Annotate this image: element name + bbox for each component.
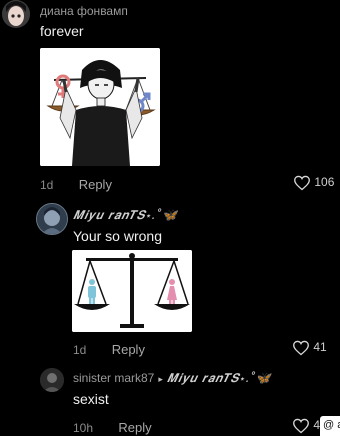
comment-time: 1d (40, 178, 54, 192)
comment-image-scales-character[interactable] (40, 48, 160, 166)
reply-button[interactable]: Reply (79, 177, 112, 192)
corner-overlay-text: @ a (323, 419, 340, 431)
comment-meta: 1d Reply (40, 177, 112, 192)
like-count: 41 (313, 340, 327, 355)
username-text: sinister mark87 (73, 371, 155, 385)
avatar[interactable] (36, 203, 68, 235)
reply-to-username[interactable]: 𝑴𝒊𝒚𝒖 𝒓𝒂𝒏𝑻𝑺⋆.˚🦋 (167, 371, 271, 385)
like-count: 106 (314, 175, 335, 190)
like-button[interactable]: 106 (293, 175, 334, 191)
comment-username[interactable]: 𝑴𝒊𝒚𝒖 𝒓𝒂𝒏𝑻𝑺⋆.˚🦋 (73, 208, 177, 223)
comment-meta: 10h Reply (73, 420, 152, 435)
username-text: 𝑴𝒊𝒚𝒖 𝒓𝒂𝒏𝑻𝑺⋆.˚🦋 (73, 208, 178, 222)
comment-text: sexist (73, 391, 109, 407)
like-button[interactable]: 41 (292, 340, 327, 356)
avatar[interactable] (2, 0, 30, 28)
reply-button[interactable]: Reply (112, 342, 145, 357)
corner-overlay-badge: @ a (320, 416, 340, 436)
comment-image-scales-gender[interactable] (72, 250, 192, 332)
reply-to-arrow-icon: ▸ (158, 374, 163, 384)
reply-button[interactable]: Reply (118, 420, 151, 435)
comment-time: 1d (73, 343, 87, 357)
comment-text: forever (40, 23, 84, 39)
comment-username[interactable]: sinister mark87 ▸ 𝑴𝒊𝒚𝒖 𝒓𝒂𝒏𝑻𝑺⋆.˚🦋 (73, 371, 271, 386)
comment-username[interactable]: диана фонвамп (40, 4, 128, 18)
heart-outline-icon (293, 340, 309, 356)
comment-meta: 1d Reply (73, 342, 145, 357)
comment-text: Your so wrong (73, 228, 162, 244)
avatar[interactable] (40, 368, 64, 392)
heart-outline-icon (293, 418, 309, 434)
like-button[interactable]: 4 (292, 418, 320, 434)
comment-time: 10h (73, 421, 94, 435)
heart-outline-icon (294, 175, 310, 191)
